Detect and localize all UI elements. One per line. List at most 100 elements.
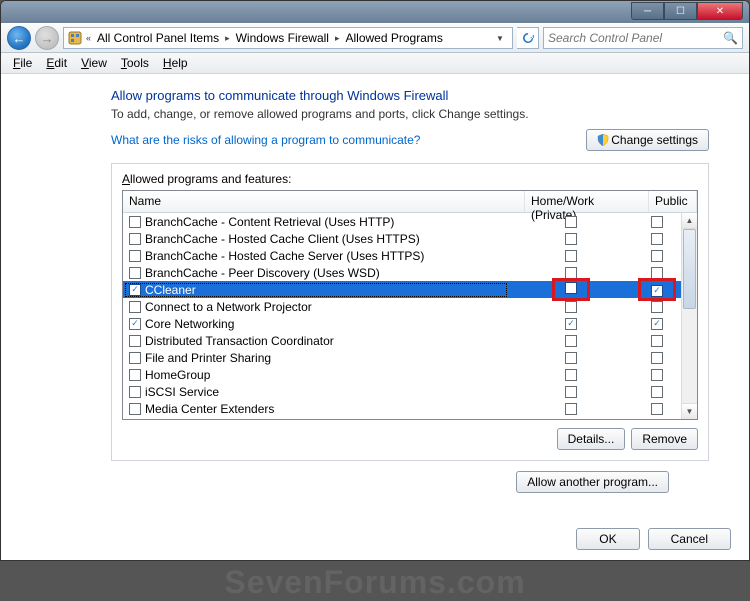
checkbox[interactable] [129,267,141,279]
table-row[interactable]: BranchCache - Content Retrieval (Uses HT… [123,213,681,230]
menu-edit[interactable]: Edit [40,54,73,72]
scroll-thumb[interactable] [683,229,696,309]
checkbox[interactable] [565,250,577,262]
crumb-all[interactable]: All Control Panel Items [95,31,221,45]
cancel-button[interactable]: Cancel [648,528,731,550]
table-row[interactable]: iSCSI Service [123,383,681,400]
page-title: Allow programs to communicate through Wi… [111,88,709,103]
program-name: BranchCache - Peer Discovery (Uses WSD) [145,266,380,280]
shield-icon [597,134,609,146]
program-name: BranchCache - Hosted Cache Client (Uses … [145,232,420,246]
menu-view[interactable]: View [75,54,113,72]
navbar: ← → « All Control Panel Items ▸ Windows … [1,23,749,53]
checkbox[interactable] [565,369,577,381]
checkbox[interactable]: ✓ [129,318,141,330]
back-button[interactable]: ← [7,26,31,50]
forward-button[interactable]: → [35,26,59,50]
checkbox[interactable] [565,233,577,245]
table-row[interactable]: BranchCache - Hosted Cache Server (Uses … [123,247,681,264]
checkbox[interactable] [129,233,141,245]
table-row[interactable]: BranchCache - Hosted Cache Client (Uses … [123,230,681,247]
checkbox[interactable] [565,403,577,415]
checkbox[interactable] [129,386,141,398]
change-settings-button[interactable]: Change settings [586,129,709,151]
program-name: File and Printer Sharing [145,351,271,365]
chevron-left-icon: « [86,33,91,43]
search-icon[interactable]: 🔍 [723,31,738,45]
menu-tools[interactable]: Tools [115,54,155,72]
checkbox[interactable] [565,335,577,347]
crumb-allowed[interactable]: Allowed Programs [344,31,445,45]
minimize-button[interactable]: ─ [631,2,664,20]
search-box[interactable]: 🔍 [543,27,743,49]
menu-file[interactable]: File [7,54,38,72]
crumb-firewall[interactable]: Windows Firewall [234,31,331,45]
checkbox[interactable] [651,386,663,398]
table-row[interactable]: Media Center Extenders [123,400,681,417]
menu-help[interactable]: Help [157,54,194,72]
program-name: Connect to a Network Projector [145,300,312,314]
details-button[interactable]: Details... [557,428,626,450]
program-name: BranchCache - Content Retrieval (Uses HT… [145,215,394,229]
col-public[interactable]: Public [649,191,697,212]
checkbox[interactable] [565,282,577,294]
address-dropdown[interactable]: ▼ [492,34,508,43]
checkbox[interactable] [129,403,141,415]
scroll-up-icon[interactable]: ▲ [682,213,697,229]
checkbox[interactable]: ✓ [651,318,663,330]
col-name[interactable]: Name [123,191,525,212]
checkbox[interactable] [129,301,141,313]
allow-another-button[interactable]: Allow another program... [516,471,669,493]
checkbox[interactable] [651,267,663,279]
control-panel-icon [68,31,82,45]
table-row[interactable]: HomeGroup [123,366,681,383]
scrollbar[interactable]: ▲ ▼ [681,213,697,419]
address-bar[interactable]: « All Control Panel Items ▸ Windows Fire… [63,27,513,49]
chevron-right-icon: ▸ [335,33,340,44]
checkbox[interactable] [129,250,141,262]
checkbox[interactable] [565,386,577,398]
checkbox[interactable] [651,233,663,245]
table-row[interactable]: ✓ Core Networking ✓ ✓ [123,315,681,332]
scroll-down-icon[interactable]: ▼ [682,403,697,419]
refresh-button[interactable] [517,27,539,49]
checkbox[interactable] [651,335,663,347]
checkbox[interactable] [651,352,663,364]
program-name: iSCSI Service [145,385,219,399]
search-input[interactable] [548,31,723,45]
ok-button[interactable]: OK [576,528,639,550]
page-subtitle: To add, change, or remove allowed progra… [111,107,709,121]
remove-button[interactable]: Remove [631,428,698,450]
program-name: Core Networking [145,317,234,331]
checkbox[interactable] [651,250,663,262]
checkbox[interactable] [129,335,141,347]
checkbox[interactable]: ✓ [651,285,663,297]
checkbox[interactable] [565,216,577,228]
checkbox[interactable] [129,369,141,381]
table-row[interactable]: Distributed Transaction Coordinator [123,332,681,349]
col-homework[interactable]: Home/Work (Private) [525,191,649,212]
program-name: Media Center Extenders [145,402,274,416]
checkbox[interactable] [651,216,663,228]
table-row[interactable]: File and Printer Sharing [123,349,681,366]
close-button[interactable]: ✕ [697,2,743,20]
program-name: BranchCache - Hosted Cache Server (Uses … [145,249,424,263]
checkbox[interactable] [129,352,141,364]
checkbox[interactable] [565,267,577,279]
checkbox[interactable]: ✓ [565,318,577,330]
checkbox[interactable] [565,301,577,313]
list-frame: Allowed programs and features: Name Home… [111,163,709,461]
maximize-button[interactable]: ☐ [664,2,697,20]
checkbox[interactable] [651,403,663,415]
list-label: Allowed programs and features: [122,172,698,186]
risk-link[interactable]: What are the risks of allowing a program… [111,133,420,147]
table-row[interactable]: Connect to a Network Projector [123,298,681,315]
titlebar[interactable]: ─ ☐ ✕ [1,1,749,23]
checkbox[interactable] [651,301,663,313]
programs-list[interactable]: Name Home/Work (Private) Public BranchCa… [122,190,698,420]
table-row[interactable]: ✓CCleaner✓ [123,281,681,298]
checkbox[interactable] [129,216,141,228]
list-header[interactable]: Name Home/Work (Private) Public [123,191,697,213]
checkbox[interactable] [651,369,663,381]
checkbox[interactable] [565,352,577,364]
